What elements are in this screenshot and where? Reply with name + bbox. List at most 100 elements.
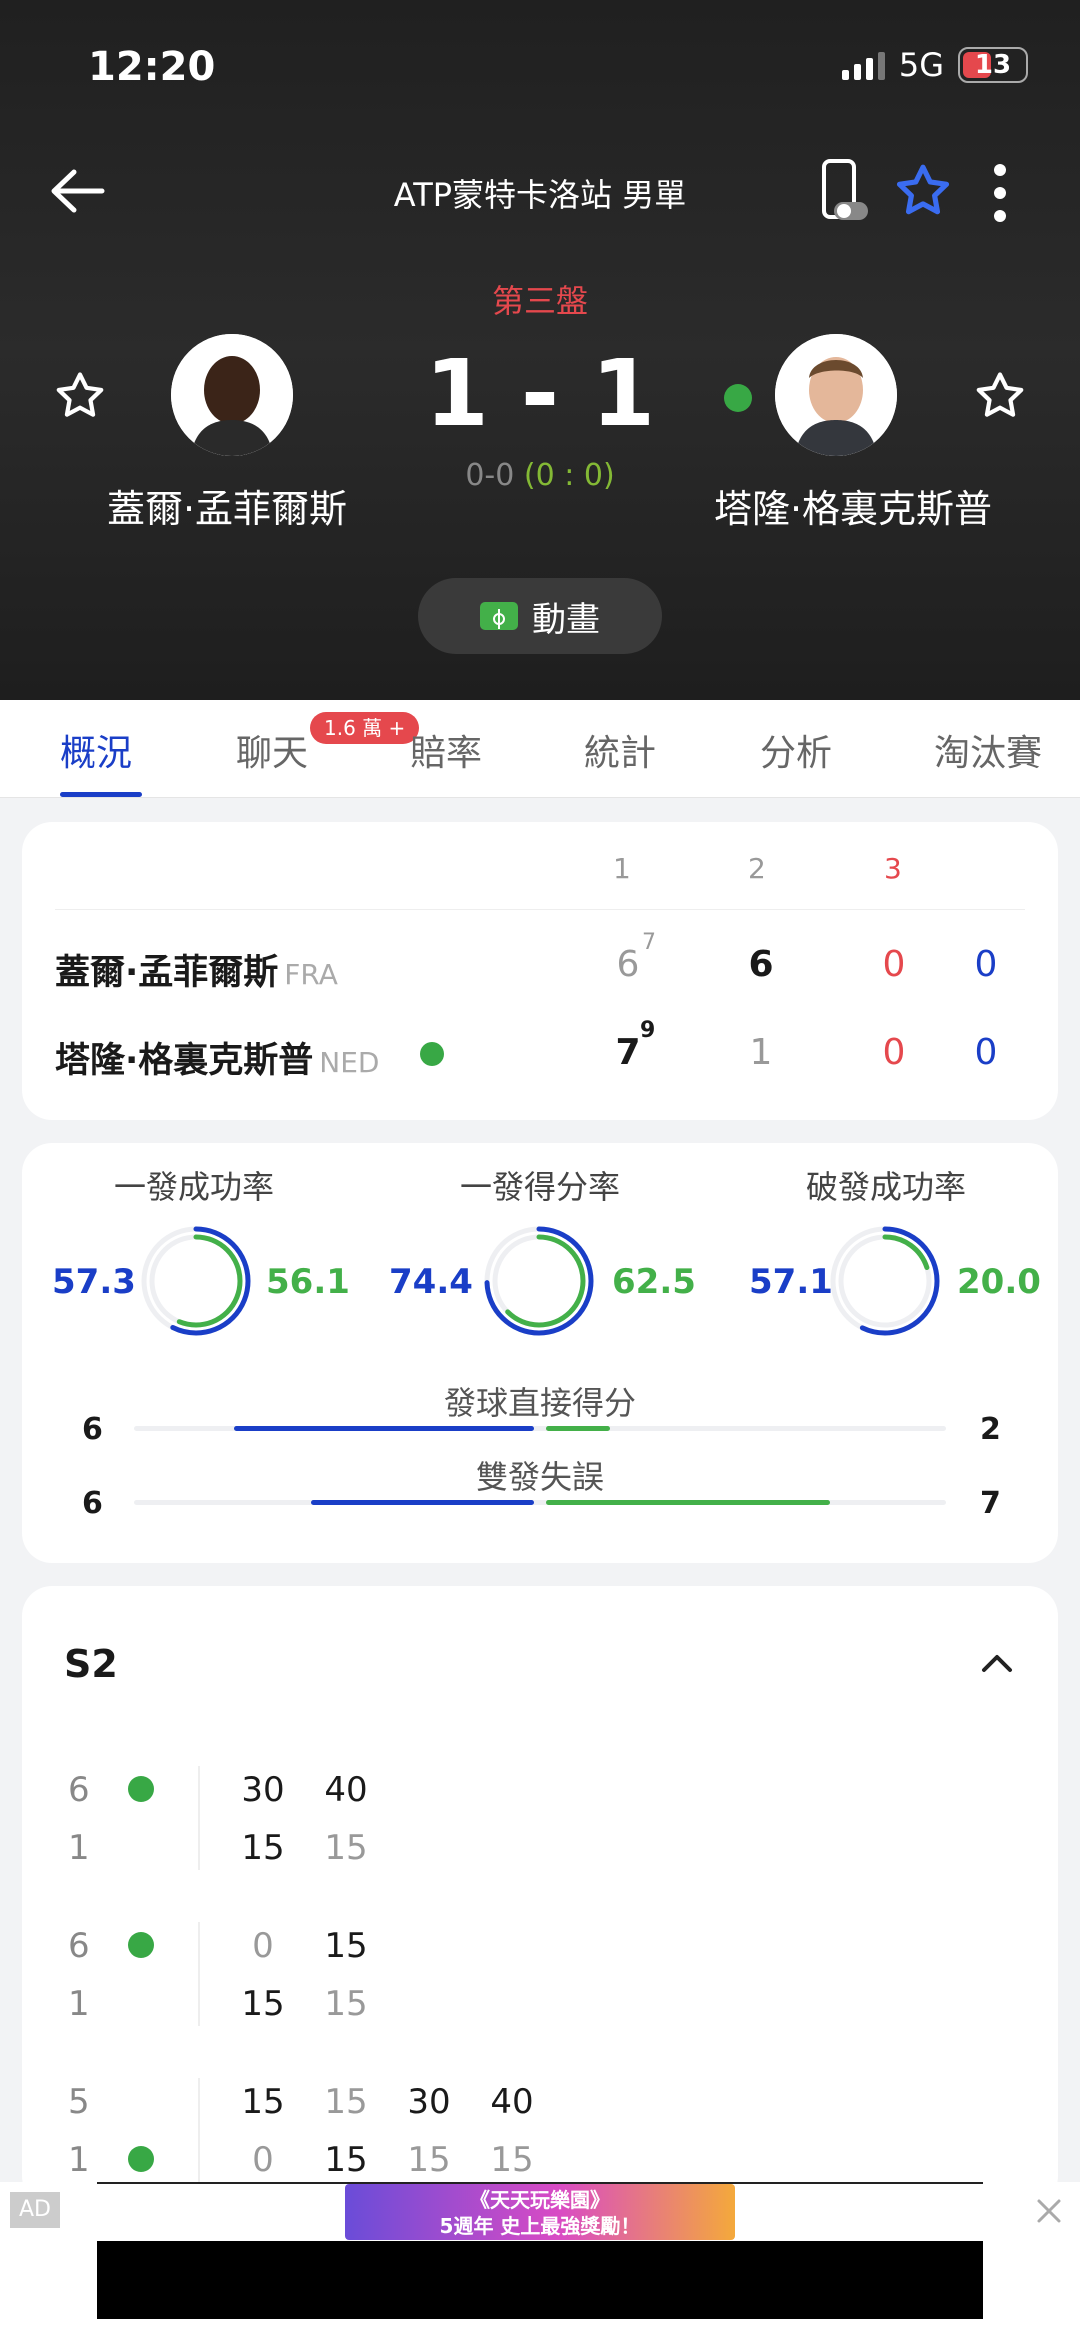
set-section-title: S2 <box>64 1642 118 1686</box>
tab-odds[interactable]: 賠率 <box>410 724 482 776</box>
chat-count-badge: 1.6 萬 + <box>310 712 420 744</box>
phone-toggle-icon[interactable] <box>818 158 870 224</box>
tab-analysis[interactable]: 分析 <box>760 724 832 776</box>
game-count-bottom: 1 <box>68 2140 90 2180</box>
divider <box>55 909 1025 910</box>
game-count-top: 6 <box>68 1926 90 1966</box>
animation-button[interactable]: 動畫 <box>418 578 662 654</box>
serving-ball-icon <box>128 2146 154 2172</box>
serving-ball-icon <box>724 384 752 412</box>
point-value: 15 <box>324 2140 368 2180</box>
status-time: 12:20 <box>88 44 216 90</box>
tab-knockout[interactable]: 淘汰賽 <box>934 724 1042 776</box>
point-value: 40 <box>324 1770 368 1810</box>
set3-score: 0 <box>882 1032 906 1073</box>
point-value: 30 <box>407 2082 451 2122</box>
serving-ball-icon <box>128 1932 154 1958</box>
signal-icon <box>841 50 885 80</box>
player-right-name[interactable]: 塔隆·格裏克斯普 <box>683 478 1023 533</box>
bar-right-value: 7 <box>980 1486 1001 1521</box>
stat-right-value: 20.0 <box>957 1262 1041 1302</box>
serving-ball-icon <box>128 1776 154 1802</box>
stat-left-value: 57.1 <box>749 1262 833 1302</box>
point-value: 15 <box>490 2140 534 2180</box>
stat-right-value: 56.1 <box>266 1262 350 1302</box>
set-score: 1 - 1 <box>424 340 656 447</box>
ad-label: AD <box>10 2192 60 2228</box>
battery-icon: 13 <box>958 47 1028 83</box>
animation-label: 動畫 <box>532 599 600 640</box>
game-count-top: 6 <box>68 1770 90 1810</box>
game-count-top: 5 <box>68 2082 90 2122</box>
player-left-name[interactable]: 蓋爾·孟菲爾斯 <box>57 478 397 533</box>
bar-left-fill <box>234 1426 534 1431</box>
points-score: 0 <box>974 944 998 985</box>
favorite-star-icon[interactable] <box>892 160 954 222</box>
point-value: 0 <box>252 2140 274 2180</box>
bar-right-fill <box>546 1426 610 1431</box>
point-value: 0 <box>252 1926 274 1966</box>
point-value: 15 <box>324 2082 368 2122</box>
ad-banner-line2: 5週年 史上最強獎勵！ <box>439 2214 641 2238</box>
point-value: 30 <box>241 1770 285 1810</box>
divider <box>198 1766 200 1870</box>
close-icon[interactable] <box>1034 2196 1064 2226</box>
tab-overview[interactable]: 概況 <box>60 724 132 776</box>
tab-bar: 概況 聊天 1.6 萬 + 賠率 統計 分析 淘汰賽 <box>0 700 1080 798</box>
stat-left-value: 57.3 <box>52 1262 136 1302</box>
game-count-bottom: 1 <box>68 1828 90 1868</box>
bar-left-value: 6 <box>82 1412 103 1447</box>
current-set-label: 第三盤 <box>491 282 588 320</box>
more-options-icon[interactable] <box>988 164 1012 222</box>
tiebreak-score: 7 <box>642 930 656 955</box>
follow-player-left-star-icon[interactable] <box>52 368 108 424</box>
stat-title: 一發成功率 <box>113 1168 274 1206</box>
point-value: 15 <box>407 2140 451 2180</box>
match-header: 12:20 5G 13 ATP蒙特卡洛站 男單 第三盤 1 - 1 0-0 (0… <box>0 0 1080 700</box>
stat-ring <box>141 1226 251 1336</box>
scoreboard-player-right: 塔隆·格裏克斯普 NED <box>55 1032 380 1083</box>
stat-title: 破發成功率 <box>805 1168 966 1206</box>
set2-score: 1 <box>749 1032 773 1073</box>
divider <box>198 2078 200 2182</box>
bar-left-value: 6 <box>82 1486 103 1521</box>
status-indicators: 5G 13 <box>841 46 1028 84</box>
stat-right-value: 62.5 <box>612 1262 696 1302</box>
stat-title: 一發得分率 <box>459 1168 620 1206</box>
ad-banner[interactable]: 《天天玩樂園》 5週年 史上最強獎勵！ <box>345 2184 735 2240</box>
point-value: 15 <box>241 1828 285 1868</box>
set3-score: 0 <box>882 944 906 985</box>
player-left-avatar[interactable] <box>171 334 293 456</box>
point-value: 15 <box>241 1984 285 2024</box>
bar-right-fill <box>546 1500 831 1505</box>
chevron-up-icon[interactable] <box>980 1648 1014 1678</box>
tiebreak-score: 9 <box>640 1018 656 1043</box>
ad-video[interactable] <box>97 2241 983 2319</box>
point-value: 15 <box>241 2082 285 2122</box>
set-header-2: 2 <box>748 852 766 885</box>
stat-left-value: 74.4 <box>389 1262 473 1302</box>
tab-stats[interactable]: 統計 <box>584 724 656 776</box>
battery-level: 13 <box>974 50 1012 80</box>
points-score: 0 <box>974 1032 998 1073</box>
country-code: FRA <box>284 958 338 991</box>
follow-player-right-star-icon[interactable] <box>972 368 1028 424</box>
point-value: 15 <box>324 1984 368 2024</box>
game-count-bottom: 1 <box>68 1984 90 2024</box>
scoreboard-player-left: 蓋爾·孟菲爾斯 FRA <box>55 944 338 995</box>
point-value: 15 <box>324 1828 368 1868</box>
player-name: 蓋爾·孟菲爾斯 <box>55 953 279 993</box>
stat-ring <box>830 1226 940 1336</box>
country-code: NED <box>319 1046 380 1079</box>
game-score-prefix: 0-0 <box>465 458 515 493</box>
bar-right-value: 2 <box>980 1412 1001 1447</box>
tab-chat[interactable]: 聊天 <box>236 724 308 776</box>
bar-stat-label: 雙發失誤 <box>475 1458 604 1496</box>
set-header-1: 1 <box>613 852 631 885</box>
point-score: (0 : 0) <box>523 458 615 493</box>
player-right-avatar[interactable] <box>775 334 897 456</box>
bar-left-fill <box>311 1500 534 1505</box>
divider <box>198 1922 200 2026</box>
serving-ball-icon <box>420 1042 444 1066</box>
stat-ring <box>484 1226 594 1336</box>
